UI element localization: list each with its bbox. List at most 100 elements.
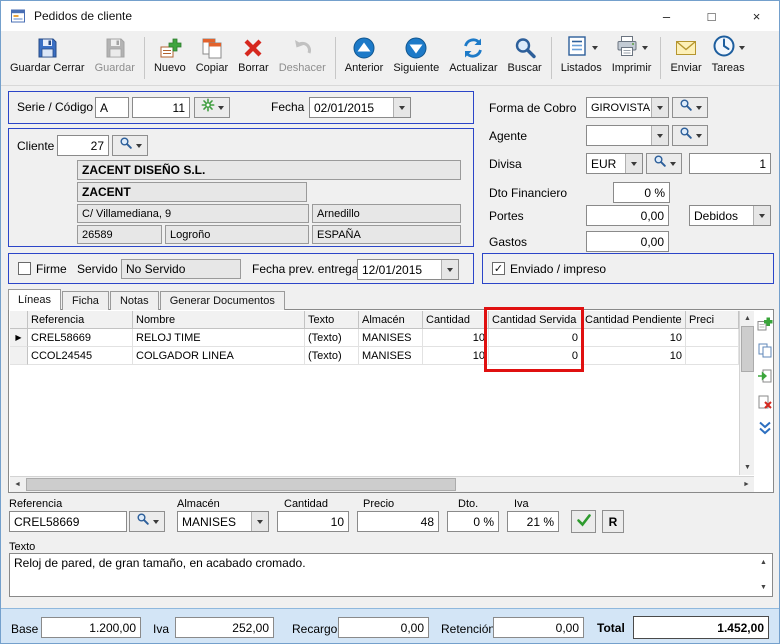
go-last-line-icon[interactable] [756, 419, 774, 437]
cliente-codigo-input[interactable]: 27 [57, 135, 109, 156]
dto-financiero-input[interactable]: 0 % [613, 182, 670, 203]
portes-input[interactable]: 0,00 [586, 205, 669, 226]
detalle-dto-input[interactable]: 0 % [447, 511, 499, 532]
cell-texto[interactable]: (Texto) [305, 329, 359, 347]
texto-editor[interactable]: Reloj de pared, de gran tamaño, en acaba… [9, 553, 773, 597]
cell-cantidad[interactable]: 10 [423, 329, 489, 347]
grid-row[interactable]: ▶ CREL58669 RELOJ TIME (Texto) MANISES 1… [10, 329, 739, 347]
copiar-button[interactable]: Copiar [191, 34, 233, 75]
anterior-button[interactable]: Anterior [340, 34, 389, 75]
cell-referencia[interactable]: CCOL24545 [28, 347, 133, 365]
gastos-input[interactable]: 0,00 [586, 231, 669, 252]
detalle-almacen-combo[interactable]: MANISES [177, 511, 269, 532]
detalle-cantidad-input[interactable]: 10 [277, 511, 349, 532]
dropdown-caret-icon[interactable] [642, 46, 648, 50]
minimize-button[interactable]: – [644, 1, 689, 31]
vertical-scroll-thumb[interactable] [741, 326, 754, 372]
cell-cantidad-pendiente[interactable]: 10 [582, 347, 686, 365]
col-referencia[interactable]: Referencia [28, 311, 133, 329]
accept-line-button[interactable] [571, 510, 596, 533]
cell-precio[interactable] [686, 347, 739, 365]
dropdown-caret-icon[interactable] [592, 46, 598, 50]
tab-generar-documentos[interactable]: Generar Documentos [160, 291, 285, 310]
delete-line-button[interactable] [756, 393, 774, 411]
siguiente-button[interactable]: Siguiente [388, 34, 444, 75]
detalle-almacen-dropdown-button[interactable] [251, 512, 268, 531]
grid-horizontal-scrollbar[interactable]: ◄ ► [10, 476, 754, 492]
dropdown-caret-icon[interactable] [739, 46, 745, 50]
add-line-button[interactable] [756, 315, 774, 333]
nuevo-button[interactable]: Nuevo [149, 34, 191, 75]
detalle-precio-input[interactable]: 48 [357, 511, 439, 532]
col-precio[interactable]: Preci [686, 311, 739, 329]
codigo-options-button[interactable] [194, 97, 230, 118]
row-selector[interactable] [10, 347, 28, 365]
cell-cantidad[interactable]: 10 [423, 347, 489, 365]
portes-modo-dropdown-button[interactable] [753, 206, 770, 225]
grid-vertical-scrollbar[interactable]: ▲ ▼ [739, 311, 754, 475]
cell-cantidad-servida[interactable]: 0 [489, 347, 582, 365]
cell-cantidad-pendiente[interactable]: 10 [582, 329, 686, 347]
cell-nombre[interactable]: COLGADOR LINEA [133, 347, 305, 365]
col-cantidad-pendiente[interactable]: Cantidad Pendiente [582, 311, 686, 329]
fecha-dropdown-button[interactable] [393, 98, 410, 117]
agente-combo[interactable] [586, 125, 669, 146]
close-button[interactable]: × [734, 1, 779, 31]
insert-line-button[interactable] [756, 367, 774, 385]
scroll-left-icon[interactable]: ◄ [10, 477, 25, 492]
duplicate-line-button[interactable] [756, 341, 774, 359]
tab-lineas[interactable]: Líneas [8, 289, 61, 310]
detalle-referencia-search-button[interactable] [129, 511, 165, 532]
buscar-button[interactable]: Buscar [502, 34, 546, 75]
texto-scroll-down-icon[interactable]: ▼ [756, 580, 771, 595]
row-selector[interactable]: ▶ [10, 329, 28, 347]
divisa-search-button[interactable] [646, 153, 682, 174]
cell-texto[interactable]: (Texto) [305, 347, 359, 365]
col-cantidad-servida[interactable]: Cantidad Servida [489, 311, 582, 329]
forma-cobro-combo[interactable]: GIROVISTA [586, 97, 669, 118]
divisa-combo[interactable]: EUR [586, 153, 643, 174]
col-cantidad[interactable]: Cantidad [423, 311, 489, 329]
listados-button[interactable]: Listados [556, 34, 607, 75]
cell-almacen[interactable]: MANISES [359, 329, 423, 347]
col-texto[interactable]: Texto [305, 311, 359, 329]
forma-cobro-dropdown-button[interactable] [651, 98, 668, 117]
actualizar-button[interactable]: Actualizar [444, 34, 502, 75]
enviar-button[interactable]: Enviar [665, 34, 706, 75]
tareas-button[interactable]: Tareas [707, 34, 750, 75]
tab-ficha[interactable]: Ficha [62, 291, 109, 310]
col-nombre[interactable]: Nombre [133, 311, 305, 329]
cell-precio[interactable] [686, 329, 739, 347]
scroll-right-icon[interactable]: ► [739, 477, 754, 492]
forma-cobro-search-button[interactable] [672, 97, 708, 118]
cell-almacen[interactable]: MANISES [359, 347, 423, 365]
enviado-checkbox[interactable]: ✓ [492, 262, 505, 275]
scroll-down-icon[interactable]: ▼ [740, 460, 755, 475]
divisa-cambio-input[interactable]: 1 [689, 153, 771, 174]
texto-scroll-up-icon[interactable]: ▲ [756, 555, 771, 570]
fecha-entrega-combo[interactable]: 12/01/2015 [357, 259, 459, 280]
maximize-button[interactable]: □ [689, 1, 734, 31]
col-almacen[interactable]: Almacén [359, 311, 423, 329]
imprimir-button[interactable]: Imprimir [607, 34, 657, 75]
grid-row[interactable]: CCOL24545 COLGADOR LINEA (Texto) MANISES… [10, 347, 739, 365]
cell-nombre[interactable]: RELOJ TIME [133, 329, 305, 347]
tab-notas[interactable]: Notas [110, 291, 159, 310]
detalle-referencia-input[interactable]: CREL58669 [9, 511, 127, 532]
fecha-entrega-dropdown-button[interactable] [441, 260, 458, 279]
agente-search-button[interactable] [672, 125, 708, 146]
divisa-dropdown-button[interactable] [625, 154, 642, 173]
serie-input[interactable]: A [95, 97, 129, 118]
firme-checkbox[interactable] [18, 262, 31, 275]
horizontal-scroll-thumb[interactable] [26, 478, 456, 491]
cell-cantidad-servida[interactable]: 0 [489, 329, 582, 347]
fecha-combo[interactable]: 02/01/2015 [309, 97, 411, 118]
agente-dropdown-button[interactable] [651, 126, 668, 145]
detalle-iva-input[interactable]: 21 % [507, 511, 559, 532]
r-button[interactable]: R [602, 510, 624, 533]
guardar-cerrar-button[interactable]: Guardar Cerrar [5, 34, 90, 75]
portes-modo-combo[interactable]: Debidos [689, 205, 771, 226]
cell-referencia[interactable]: CREL58669 [28, 329, 133, 347]
cliente-search-button[interactable] [112, 135, 148, 156]
codigo-input[interactable]: 11 [132, 97, 190, 118]
